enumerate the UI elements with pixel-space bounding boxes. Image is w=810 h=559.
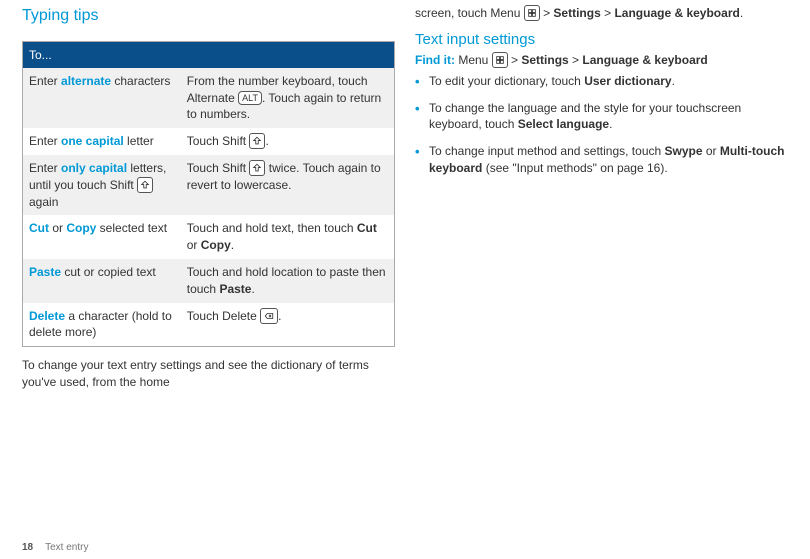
keyword: Cut bbox=[29, 221, 49, 235]
text: . bbox=[231, 238, 234, 252]
bold-text: Settings bbox=[553, 6, 600, 20]
text: . bbox=[251, 282, 254, 296]
text: letter bbox=[124, 134, 154, 148]
bold-text: Select language bbox=[518, 117, 609, 131]
heading-text-input-settings: Text input settings bbox=[415, 30, 792, 50]
bold-text: User dictionary bbox=[584, 74, 671, 88]
list-item: To change input method and settings, tou… bbox=[415, 143, 792, 177]
text: screen, touch Menu bbox=[415, 6, 524, 20]
text: To edit your dictionary, touch bbox=[429, 74, 584, 88]
text: To change input method and settings, tou… bbox=[429, 144, 665, 158]
text: > bbox=[569, 53, 583, 67]
text: Enter bbox=[29, 161, 61, 175]
text: cut or copied text bbox=[61, 265, 156, 279]
page-footer: 18 Text entry bbox=[22, 541, 88, 555]
text: . bbox=[740, 6, 743, 20]
text: Touch Delete bbox=[187, 309, 260, 323]
paragraph: To change your text entry settings and s… bbox=[22, 357, 395, 391]
table-row: Enter alternate characters From the numb… bbox=[23, 68, 395, 128]
table-row: Delete a character (hold to delete more)… bbox=[23, 303, 395, 347]
delete-key-icon bbox=[260, 308, 278, 324]
text: or bbox=[187, 238, 201, 252]
shift-key-icon bbox=[249, 160, 265, 176]
find-it-line: Find it: Menu > Settings > Language & ke… bbox=[415, 52, 792, 69]
keyword: Delete bbox=[29, 309, 65, 323]
alt-key-icon: ALT bbox=[238, 91, 262, 105]
keyword: alternate bbox=[61, 74, 111, 88]
text: selected text bbox=[96, 221, 167, 235]
bold-text: Cut bbox=[357, 221, 377, 235]
typing-tips-table: To... Enter alternate characters From th… bbox=[22, 41, 395, 348]
table-header: To... bbox=[23, 41, 395, 68]
menu-key-icon bbox=[492, 52, 508, 68]
bold-text: Settings bbox=[521, 53, 568, 67]
keyword: Paste bbox=[29, 265, 61, 279]
text: Touch Shift bbox=[187, 134, 250, 148]
paragraph: screen, touch Menu > Settings > Language… bbox=[415, 5, 792, 22]
bullet-list: To edit your dictionary, touch User dict… bbox=[415, 73, 792, 177]
text: > bbox=[508, 53, 522, 67]
keyword: only capital bbox=[61, 161, 127, 175]
section-label: Text entry bbox=[45, 542, 88, 553]
list-item: To edit your dictionary, touch User dict… bbox=[415, 73, 792, 90]
text: or bbox=[703, 144, 720, 158]
bold-text: Paste bbox=[219, 282, 251, 296]
text: Menu bbox=[455, 53, 492, 67]
list-item: To change the language and the style for… bbox=[415, 100, 792, 134]
keyword: Copy bbox=[66, 221, 96, 235]
shift-key-icon bbox=[249, 133, 265, 149]
text: . bbox=[278, 309, 281, 323]
find-it-label: Find it: bbox=[415, 53, 455, 67]
text: Touch and hold location to paste then to… bbox=[187, 265, 386, 296]
table-row: Cut or Copy selected text Touch and hold… bbox=[23, 215, 395, 259]
page-number: 18 bbox=[22, 542, 33, 553]
bold-text: Language & keyboard bbox=[582, 53, 707, 67]
text: . bbox=[265, 134, 268, 148]
text: again bbox=[29, 195, 58, 209]
menu-key-icon bbox=[524, 5, 540, 21]
shift-key-icon bbox=[137, 177, 153, 193]
text: Enter bbox=[29, 134, 61, 148]
text: > bbox=[601, 6, 615, 20]
keyword: one capital bbox=[61, 134, 124, 148]
text: Touch Shift bbox=[187, 161, 250, 175]
text: (see "Input methods" on page 16). bbox=[482, 161, 667, 175]
table-row: Paste cut or copied text Touch and hold … bbox=[23, 259, 395, 303]
text: . bbox=[609, 117, 612, 131]
table-row: Enter one capital letter Touch Shift . bbox=[23, 128, 395, 155]
bold-text: Copy bbox=[201, 238, 231, 252]
bold-text: Swype bbox=[665, 144, 703, 158]
text: > bbox=[540, 6, 554, 20]
text: characters bbox=[111, 74, 170, 88]
text: or bbox=[49, 221, 66, 235]
bold-text: Language & keyboard bbox=[614, 6, 739, 20]
text: Enter bbox=[29, 74, 61, 88]
heading-typing-tips: Typing tips bbox=[22, 5, 395, 27]
text: Touch and hold text, then touch bbox=[187, 221, 357, 235]
text: . bbox=[672, 74, 675, 88]
table-row: Enter only capital letters, until you to… bbox=[23, 155, 395, 215]
